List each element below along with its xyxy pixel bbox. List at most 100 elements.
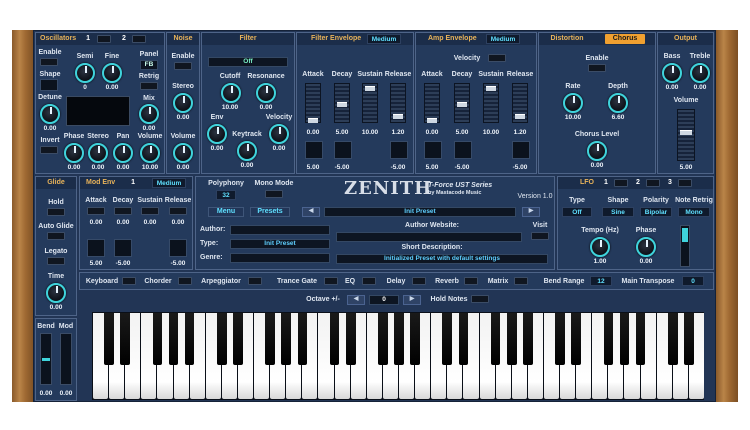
matrix-toggle[interactable] — [514, 277, 528, 285]
lfo-phase-knob[interactable] — [636, 237, 656, 257]
resonance-knob[interactable] — [256, 83, 276, 103]
black-key[interactable] — [410, 313, 420, 365]
delay-tab[interactable]: Delay — [382, 278, 410, 285]
rate-knob[interactable] — [563, 93, 583, 113]
fenv-release-curve-icon[interactable] — [390, 141, 408, 159]
trance-gate-tab[interactable]: Trance Gate — [272, 278, 322, 285]
delay-toggle[interactable] — [412, 277, 426, 285]
black-key[interactable] — [555, 313, 565, 365]
black-key[interactable] — [265, 313, 275, 365]
reverb-tab[interactable]: Reverb — [432, 278, 462, 285]
keytrack-knob[interactable] — [237, 141, 257, 161]
black-key[interactable] — [603, 313, 614, 365]
mix-knob[interactable] — [139, 104, 159, 124]
aenv-decay-fader[interactable] — [454, 83, 470, 123]
osc-2-button[interactable] — [132, 35, 146, 43]
short-description-field[interactable]: Initialized Preset with default settings — [336, 254, 548, 264]
menv-release-curve-icon[interactable] — [169, 239, 187, 257]
black-key[interactable] — [152, 313, 163, 365]
octave-down-button[interactable]: ◀ — [347, 295, 365, 305]
black-key[interactable] — [345, 313, 356, 365]
detune-knob[interactable] — [40, 104, 60, 124]
menv-decay-curve-icon[interactable] — [114, 239, 132, 257]
genre-field[interactable] — [230, 253, 330, 263]
octave-up-button[interactable]: ▶ — [403, 295, 421, 305]
menv-attack-slider[interactable] — [87, 207, 105, 215]
lfo-tab-1[interactable]: 1 — [604, 177, 608, 189]
env-knob[interactable] — [207, 124, 227, 144]
legato-button[interactable] — [47, 257, 65, 265]
lfo-shape-select[interactable]: Sine — [602, 207, 634, 217]
osc-1-button[interactable] — [97, 35, 111, 43]
fenv-decay-curve-icon[interactable] — [334, 141, 352, 159]
matrix-tab[interactable]: Matrix — [484, 278, 512, 285]
piano-keyboard[interactable] — [92, 312, 704, 400]
menv-attack-curve-icon[interactable] — [87, 239, 105, 257]
black-key[interactable] — [329, 313, 340, 365]
polyphony-value[interactable]: 32 — [216, 190, 236, 200]
fine-knob[interactable] — [102, 63, 122, 83]
depth-knob[interactable] — [608, 93, 628, 113]
filter-env-mode[interactable]: Medium — [367, 34, 401, 44]
cutoff-knob[interactable] — [221, 83, 241, 103]
eq-toggle[interactable] — [362, 277, 376, 285]
black-key[interactable] — [635, 313, 646, 365]
pan-knob[interactable] — [113, 143, 133, 163]
osc-invert-button[interactable] — [40, 146, 58, 154]
hold-notes-button[interactable] — [471, 295, 489, 303]
chorder-toggle[interactable] — [178, 277, 192, 285]
reverb-toggle[interactable] — [464, 277, 478, 285]
bend-range-value[interactable]: 12 — [590, 276, 612, 286]
lfo-tempo-knob[interactable] — [590, 237, 610, 257]
lfo-2-button[interactable] — [646, 179, 660, 187]
osc-enable-button[interactable] — [40, 58, 58, 66]
amp-velocity-button[interactable] — [488, 54, 506, 62]
black-key[interactable] — [458, 313, 469, 365]
type-field[interactable]: Init Preset — [230, 239, 330, 249]
hold-button[interactable] — [47, 208, 65, 216]
arpeggiator-toggle[interactable] — [248, 277, 262, 285]
lfo-3-button[interactable] — [678, 179, 692, 187]
chorder-tab[interactable]: Chorder — [140, 278, 176, 285]
retrig-button[interactable] — [140, 82, 158, 90]
aenv-release-fader[interactable] — [512, 83, 528, 123]
noise-enable-button[interactable] — [174, 62, 192, 70]
aenv-attack-fader[interactable] — [424, 83, 440, 123]
aenv-attack-curve-icon[interactable] — [424, 141, 442, 159]
mono-mode-button[interactable] — [265, 190, 283, 198]
prev-preset-button[interactable]: ◀ — [302, 207, 320, 217]
distortion-tab[interactable]: Distortion — [547, 35, 587, 42]
fenv-sustain-fader[interactable] — [362, 83, 378, 123]
shape-wave-icon[interactable] — [40, 79, 58, 91]
semi-knob[interactable] — [75, 63, 95, 83]
stereo-knob[interactable] — [88, 143, 108, 163]
noise-volume-knob[interactable] — [173, 143, 193, 163]
black-key[interactable] — [233, 313, 243, 365]
black-key[interactable] — [523, 313, 533, 365]
black-key[interactable] — [619, 313, 630, 365]
lfo-amount-slider[interactable] — [680, 225, 690, 267]
black-key[interactable] — [394, 313, 404, 365]
mod-wheel[interactable] — [60, 333, 72, 385]
filter-type-select[interactable]: Off — [208, 57, 288, 67]
fenv-attack-fader[interactable] — [305, 83, 321, 123]
note-retrig-select[interactable]: Mono — [678, 207, 710, 217]
pitch-bend-wheel[interactable] — [40, 333, 52, 385]
fenv-release-fader[interactable] — [390, 83, 406, 123]
amp-env-mode[interactable]: Medium — [486, 34, 520, 44]
keyboard-toggle[interactable] — [122, 277, 136, 285]
black-key[interactable] — [184, 313, 195, 365]
black-key[interactable] — [684, 313, 694, 365]
menv-sustain-slider[interactable] — [141, 207, 159, 215]
preset-name-field[interactable]: Init Preset — [324, 207, 516, 217]
auto-glide-button[interactable] — [47, 232, 65, 240]
black-key[interactable] — [667, 313, 678, 365]
osc-tab-1[interactable]: 1 — [86, 35, 90, 42]
author-field[interactable] — [230, 225, 330, 235]
phase-knob[interactable] — [64, 143, 84, 163]
black-key[interactable] — [571, 313, 581, 365]
main-transpose-value[interactable]: 0 — [682, 276, 704, 286]
fenv-attack-curve-icon[interactable] — [305, 141, 323, 159]
aenv-decay-curve-icon[interactable] — [454, 141, 472, 159]
osc-tab-2[interactable]: 2 — [122, 33, 126, 45]
